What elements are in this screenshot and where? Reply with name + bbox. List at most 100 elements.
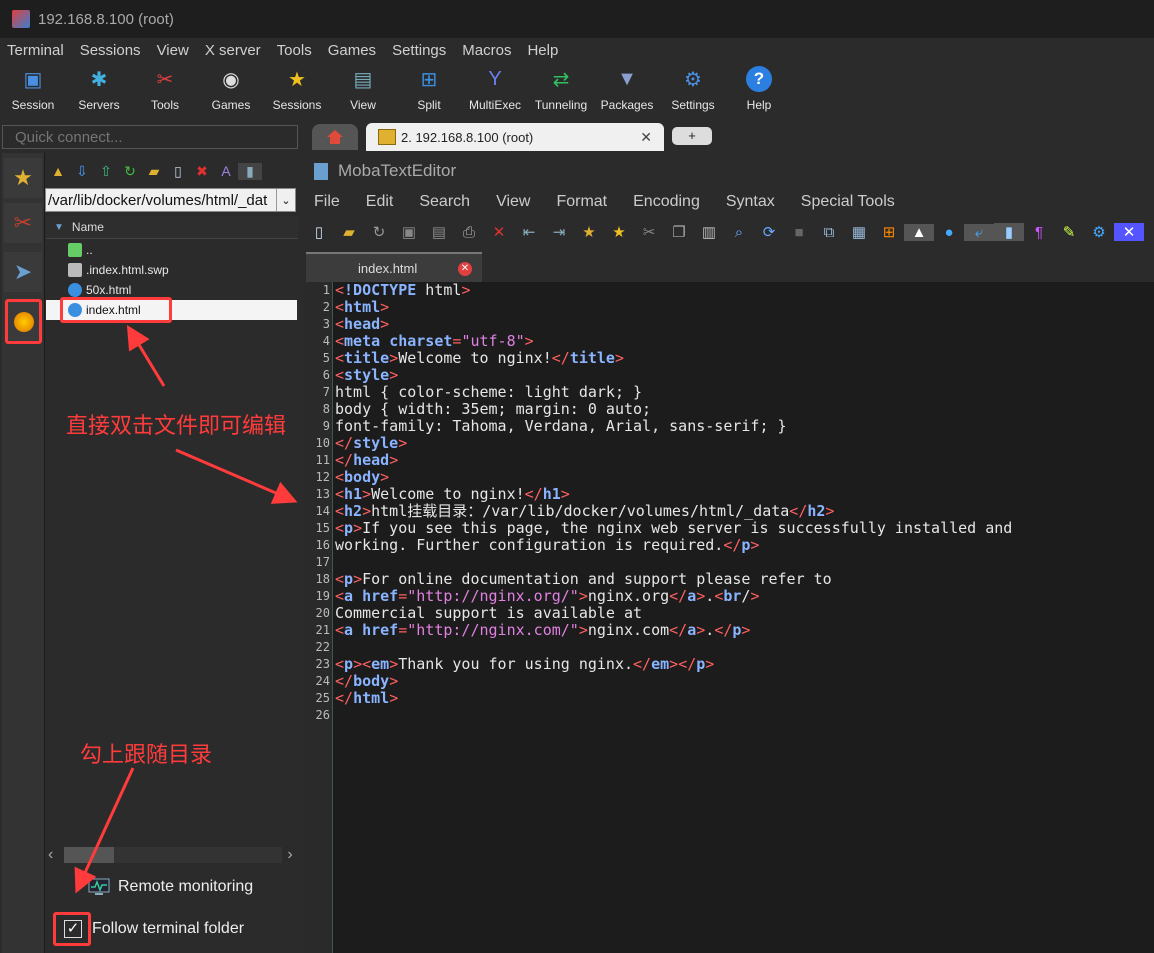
code-line[interactable]: font-family: Tahoma, Verdana, Arial, san… xyxy=(335,418,787,435)
code-line[interactable]: <h2>html挂载目录：/var/lib/docker/volumes/htm… xyxy=(335,503,834,520)
code-line[interactable]: body { width: 35em; margin: 0 auto; xyxy=(335,401,651,418)
code-line[interactable]: </style> xyxy=(335,435,407,452)
code-line[interactable]: </head> xyxy=(335,452,398,469)
paragraph-icon[interactable]: ¶ xyxy=(1024,224,1054,241)
macro-icon[interactable]: ■ xyxy=(784,224,814,241)
new-document-icon[interactable]: ▯ xyxy=(304,223,334,241)
code-line[interactable]: <p>For online documentation and support … xyxy=(335,571,832,588)
paste-icon[interactable]: ▥ xyxy=(694,223,724,241)
toolbar-session-button[interactable]: ▣ Session xyxy=(0,62,66,120)
bookmark-add-icon[interactable]: ★ xyxy=(574,223,604,241)
toolbar-view-button[interactable]: ▤ View xyxy=(330,62,396,120)
code-line[interactable]: <a href="http://nginx.com/">nginx.com</a… xyxy=(335,622,750,639)
menu-item-settings[interactable]: Settings xyxy=(384,42,454,59)
windows-format-icon[interactable]: ⊞ xyxy=(874,223,904,241)
code-line[interactable]: <title>Welcome to nginx!</title> xyxy=(335,350,624,367)
menu-item-games[interactable]: Games xyxy=(320,42,384,59)
bookmark-icon[interactable]: ★ xyxy=(604,223,634,241)
download-icon[interactable]: ⇩ xyxy=(70,163,94,180)
scroll-left-icon[interactable]: ‹ xyxy=(48,846,64,864)
sidebar-sftp-button[interactable] xyxy=(5,299,42,344)
editor-menu-special-tools[interactable]: Special Tools xyxy=(791,193,905,211)
code-line[interactable]: working. Further configuration is requir… xyxy=(335,537,759,554)
code-line[interactable]: <head> xyxy=(335,316,389,333)
close-tab-icon[interactable]: ✕ xyxy=(640,129,652,146)
folder-up-icon[interactable]: ▲ xyxy=(46,163,70,179)
close-icon[interactable]: ✕ xyxy=(458,261,472,276)
panel-icon[interactable]: ▮ xyxy=(238,162,262,180)
file-list-item[interactable]: .. xyxy=(46,240,297,260)
menu-item-x-server[interactable]: X server xyxy=(197,42,269,59)
editor-menu-format[interactable]: Format xyxy=(546,193,617,211)
toolbar-split-button[interactable]: ⊞ Split xyxy=(396,62,462,120)
panel-toggle-icon[interactable]: ▮ xyxy=(994,223,1024,241)
menu-item-tools[interactable]: Tools xyxy=(269,42,320,59)
new-file-icon[interactable]: ▯ xyxy=(166,163,190,180)
menu-item-sessions[interactable]: Sessions xyxy=(72,42,149,59)
reload-icon[interactable]: ↻ xyxy=(364,223,394,241)
rename-icon[interactable]: A xyxy=(214,163,238,179)
editor-menu-view[interactable]: View xyxy=(486,193,540,211)
word-wrap-icon[interactable]: ⤶ xyxy=(964,223,994,241)
file-list-item[interactable]: .index.html.swp xyxy=(46,260,297,280)
code-line[interactable]: </body> xyxy=(335,673,398,690)
highlight-icon[interactable]: ✎ xyxy=(1054,223,1084,241)
tab-session[interactable]: 2. 192.168.8.100 (root) ✕ xyxy=(366,123,664,151)
editor-menu-encoding[interactable]: Encoding xyxy=(623,193,710,211)
code-line[interactable]: <style> xyxy=(335,367,398,384)
code-line[interactable]: <html> xyxy=(335,299,389,316)
code-line[interactable]: <body> xyxy=(335,469,389,486)
quick-connect[interactable] xyxy=(2,125,298,149)
toolbar-servers-button[interactable]: ✱ Servers xyxy=(66,62,132,120)
code-line[interactable]: html { color-scheme: light dark; } xyxy=(335,384,642,401)
toolbar-settings-button[interactable]: ⚙ Settings xyxy=(660,62,726,120)
quick-connect-input[interactable] xyxy=(3,126,297,148)
sidebar-macros-button[interactable]: ➤ xyxy=(4,252,42,292)
editor-tab-index[interactable]: index.html ✕ xyxy=(306,252,482,283)
indent-icon[interactable]: ⇥ xyxy=(544,223,574,241)
open-folder-icon[interactable]: ▰ xyxy=(334,223,364,241)
outdent-icon[interactable]: ⇤ xyxy=(514,223,544,241)
editor-menu-edit[interactable]: Edit xyxy=(356,193,404,211)
code-line[interactable]: <meta charset="utf-8"> xyxy=(335,333,534,350)
toolbar-packages-button[interactable]: ▼ Packages xyxy=(594,62,660,120)
remote-monitoring-button[interactable]: Remote monitoring xyxy=(88,875,253,899)
toolbar-games-button[interactable]: ◉ Games xyxy=(198,62,264,120)
gear-icon[interactable]: ⚙ xyxy=(1084,223,1114,241)
menu-item-terminal[interactable]: Terminal xyxy=(0,42,72,59)
upload-icon[interactable]: ⇧ xyxy=(94,163,118,180)
toolbar-multiexec-button[interactable]: Y MultiExec xyxy=(462,62,528,120)
code-line[interactable]: <a href="http://nginx.org/">nginx.org</a… xyxy=(335,588,759,605)
code-line[interactable]: <!DOCTYPE html> xyxy=(335,282,470,299)
compare-icon[interactable]: ⧉ xyxy=(814,224,844,241)
window-icon[interactable]: ▦ xyxy=(844,223,874,241)
linux-format-icon[interactable]: ▲ xyxy=(904,223,934,241)
menu-item-help[interactable]: Help xyxy=(519,42,566,59)
menu-item-view[interactable]: View xyxy=(149,42,197,59)
path-selector[interactable]: /var/lib/docker/volumes/html/_dat ⌄ xyxy=(45,188,296,212)
toolbar-tunneling-button[interactable]: ⇄ Tunneling xyxy=(528,62,594,120)
horizontal-scrollbar[interactable]: ‹ › xyxy=(48,846,298,864)
close-editor-icon[interactable]: ✕ xyxy=(1114,223,1144,241)
scroll-track[interactable] xyxy=(114,847,282,863)
chevron-down-icon[interactable]: ⌄ xyxy=(276,189,295,211)
editor-menu-search[interactable]: Search xyxy=(409,193,480,211)
refresh-icon[interactable]: ↻ xyxy=(118,163,142,180)
find-replace-icon[interactable]: ⟳ xyxy=(754,223,784,241)
new-tab-button[interactable]: + xyxy=(672,127,712,145)
code-line[interactable]: Commercial support is available at xyxy=(335,605,642,622)
toolbar-sessions-button[interactable]: ★ Sessions xyxy=(264,62,330,120)
mac-format-icon[interactable]: ● xyxy=(934,224,964,241)
scroll-thumb[interactable] xyxy=(64,847,114,863)
save-icon[interactable]: ▣ xyxy=(394,223,424,241)
toolbar-help-button[interactable]: ? Help xyxy=(726,62,792,120)
sidebar-tools-button[interactable]: ✂ xyxy=(4,203,42,243)
new-folder-icon[interactable]: ▰ xyxy=(142,163,166,180)
editor-menu-file[interactable]: File xyxy=(304,193,350,211)
find-icon[interactable]: ⌕ xyxy=(724,224,754,241)
code-line[interactable]: </html> xyxy=(335,690,398,707)
code-line[interactable]: <h1>Welcome to nginx!</h1> xyxy=(335,486,570,503)
code-line[interactable]: <p><em>Thank you for using nginx.</em></… xyxy=(335,656,714,673)
file-list-header[interactable]: ▼ Name xyxy=(46,216,298,239)
menu-item-macros[interactable]: Macros xyxy=(454,42,519,59)
